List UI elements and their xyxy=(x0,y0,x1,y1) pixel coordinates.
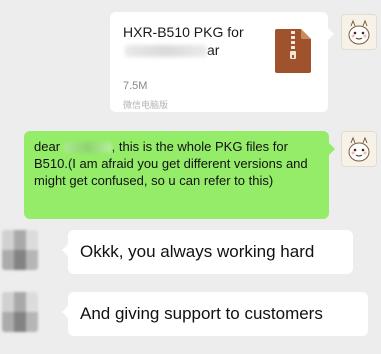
zip-archive-icon xyxy=(275,29,311,73)
file-name-line1: HXR-B510 PKG for xyxy=(123,24,244,40)
file-name-line2: ar xyxy=(123,41,263,59)
redacted-text xyxy=(125,45,207,58)
redacted-text xyxy=(63,142,112,154)
file-source-label: 微信电脑版 xyxy=(123,100,169,110)
file-name-line2-suffix: ar xyxy=(207,42,220,58)
contact-avatar[interactable] xyxy=(2,292,38,332)
sent-message-bubble[interactable]: dear , this is the whole PKG files for B… xyxy=(24,131,335,219)
cartoon-avatar-icon xyxy=(342,132,376,166)
received-message-bubble[interactable]: And giving support to customers xyxy=(62,292,368,336)
cartoon-avatar-icon xyxy=(342,15,376,49)
contact-avatar[interactable] xyxy=(2,230,38,270)
message-text: Okkk, you always working hard xyxy=(80,242,315,261)
received-message-bubble[interactable]: Okkk, you always working hard xyxy=(62,230,353,274)
self-avatar[interactable] xyxy=(341,14,377,50)
file-message-card[interactable]: HXR-B510 PKG for ar 7.5M 微信电脑版 xyxy=(110,12,334,112)
file-name: HXR-B510 PKG for ar xyxy=(123,23,263,59)
file-size: 7.5M xyxy=(123,80,148,92)
self-avatar[interactable] xyxy=(341,131,377,167)
message-text: And giving support to customers xyxy=(80,304,323,323)
message-greeting: dear xyxy=(34,139,61,154)
